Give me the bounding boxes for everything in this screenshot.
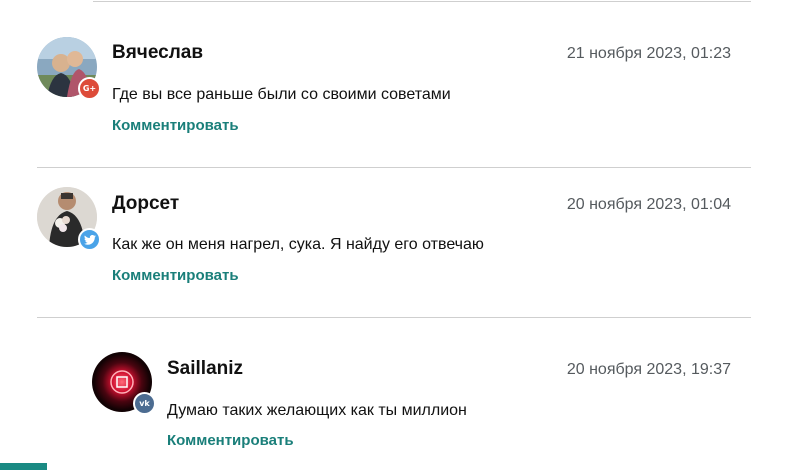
comments-section: G+ Вячеслав 21 ноября 2023, 01:23 Где вы…: [0, 0, 785, 470]
reply-button[interactable]: Комментировать: [112, 117, 239, 134]
comment-date: 20 ноября 2023, 19:37: [566, 361, 731, 378]
vk-icon: vk: [133, 392, 156, 415]
comment-author[interactable]: Дорсет: [112, 193, 179, 215]
scroll-to-top-tab[interactable]: [0, 463, 47, 470]
reply-button[interactable]: Комментировать: [167, 432, 294, 449]
comment-author[interactable]: Вячеслав: [112, 42, 203, 64]
divider: [93, 1, 751, 2]
comment-text: Думаю таких желающих как ты миллион: [167, 402, 467, 419]
twitter-icon: [78, 228, 101, 251]
comment-date: 21 ноября 2023, 01:23: [566, 45, 731, 62]
reply-button[interactable]: Комментировать: [112, 267, 239, 284]
twitter-bird-icon: [83, 234, 96, 245]
comment-text: Как же он меня нагрел, сука. Я найду его…: [112, 236, 484, 253]
divider: [37, 167, 751, 168]
comment-date: 20 ноября 2023, 01:04: [566, 196, 731, 213]
google-plus-icon: G+: [78, 77, 101, 100]
comment-author[interactable]: Saillaniz: [167, 358, 243, 380]
comment-text: Где вы все раньше были со своими советам…: [112, 86, 451, 103]
divider: [37, 317, 751, 318]
